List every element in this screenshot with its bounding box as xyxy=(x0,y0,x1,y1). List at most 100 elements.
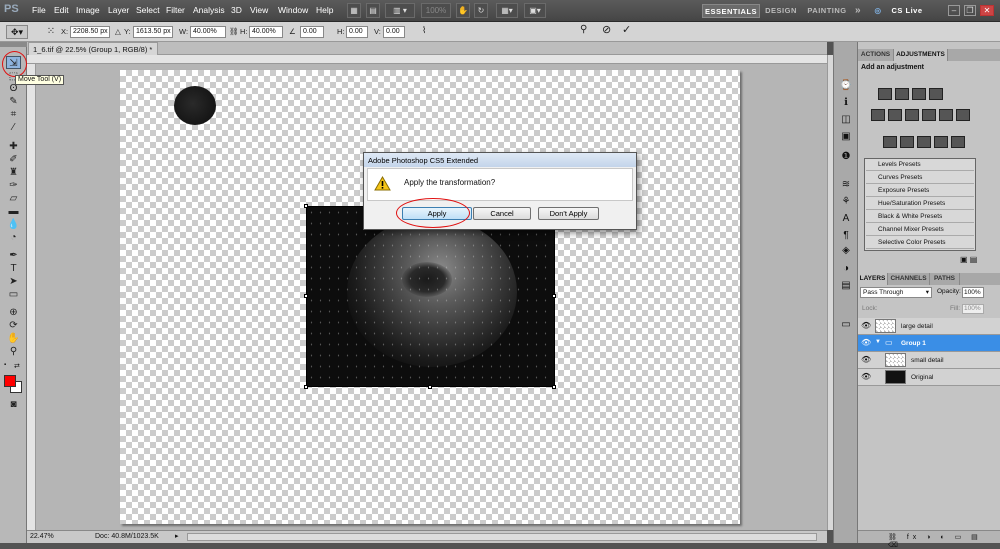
preset-black-white[interactable]: Black & White Presets xyxy=(866,211,974,223)
reference-point-toggle-icon[interactable]: ⚲ xyxy=(580,24,587,35)
angle-field[interactable]: 0.00 xyxy=(300,26,324,38)
pen-tool-icon[interactable]: ✒ xyxy=(6,249,21,262)
clone-source-panel-icon[interactable]: ⚘ xyxy=(839,196,853,210)
minibridge-icon[interactable]: ▤ xyxy=(366,3,380,18)
menu-file[interactable]: File xyxy=(32,5,46,15)
visibility-eye-icon[interactable]: 👁 xyxy=(861,338,871,347)
character-panel-icon[interactable]: A xyxy=(839,213,853,227)
gradient-tool-icon[interactable]: ▬ xyxy=(6,205,21,218)
brush-tool-icon[interactable]: ✐ xyxy=(6,153,21,166)
blur-tool-icon[interactable]: 💧 xyxy=(6,218,21,231)
rectangle-tool-icon[interactable]: ▭ xyxy=(6,288,21,301)
dodge-tool-icon[interactable]: ◔ xyxy=(6,231,21,244)
arrange-documents-icon[interactable]: ▦▾ xyxy=(496,3,518,18)
dont-apply-button[interactable]: Don't Apply xyxy=(538,207,599,220)
workspace-design[interactable]: DESIGN xyxy=(762,4,800,18)
curves-icon[interactable] xyxy=(912,88,926,100)
status-menu-arrow-icon[interactable]: ▸ xyxy=(175,532,179,540)
menu-filter[interactable]: Filter xyxy=(166,5,185,15)
type-tool-icon[interactable]: T xyxy=(6,262,21,275)
restore-button[interactable]: ❐ xyxy=(964,5,976,16)
hand-tool-icon[interactable]: ✋ xyxy=(6,332,21,345)
preset-exposure[interactable]: Exposure Presets xyxy=(866,185,974,197)
blend-mode-select[interactable]: Pass Through ▾ xyxy=(860,287,932,298)
clone-stamp-tool-icon[interactable]: ♜ xyxy=(6,166,21,179)
info-panel-icon[interactable]: ℹ xyxy=(839,97,853,111)
animation-panel-icon[interactable]: ▤ xyxy=(839,280,853,294)
vibrance-icon[interactable] xyxy=(871,109,885,121)
warp-icon[interactable]: ⌇ xyxy=(422,25,426,36)
tab-adjustments[interactable]: ADJUSTMENTS xyxy=(894,49,948,61)
cancel-button[interactable]: Cancel xyxy=(473,207,531,220)
menu-layer[interactable]: Layer xyxy=(108,5,129,15)
threshold-icon[interactable] xyxy=(917,136,931,148)
workspace-painting[interactable]: PAINTING xyxy=(805,4,849,18)
exposure-icon[interactable] xyxy=(929,88,943,100)
width-field[interactable]: 40.00% xyxy=(190,26,226,38)
opacity-field[interactable]: 100% xyxy=(962,287,984,298)
reference-point-icon[interactable]: ⁙ xyxy=(44,25,58,39)
navigator-panel-icon[interactable]: ▣ xyxy=(839,131,853,145)
x-position-field[interactable]: 2208.50 px xyxy=(70,26,110,38)
history-brush-tool-icon[interactable]: ✑ xyxy=(6,179,21,192)
hue-saturation-icon[interactable] xyxy=(888,109,902,121)
levels-icon[interactable] xyxy=(895,88,909,100)
posterize-icon[interactable] xyxy=(900,136,914,148)
extras-menu-button[interactable]: ▥ ▾ xyxy=(385,3,415,18)
tab-channels[interactable]: CHANNELS xyxy=(888,273,930,285)
transform-handle-tl[interactable] xyxy=(304,204,308,208)
bridge-icon[interactable]: ▦ xyxy=(347,3,361,18)
more-workspaces-button[interactable]: » xyxy=(852,4,864,18)
crop-tool-icon[interactable]: ⌗ xyxy=(6,108,21,121)
transform-handle-bl[interactable] xyxy=(304,385,308,389)
tab-layers[interactable]: LAYERS xyxy=(858,273,888,285)
nebula-image[interactable] xyxy=(306,206,555,387)
hand-icon[interactable]: ✋ xyxy=(456,3,470,18)
menu-select[interactable]: Select xyxy=(136,5,160,15)
link-icon[interactable]: ⛓ xyxy=(229,27,239,36)
screen-mode-icon[interactable]: ▣▾ xyxy=(524,3,546,18)
menu-3d[interactable]: 3D xyxy=(231,5,242,15)
menu-window[interactable]: Window xyxy=(278,5,308,15)
layer-row-original[interactable]: 👁 Original xyxy=(858,369,1000,386)
selective-color-icon[interactable] xyxy=(951,136,965,148)
channel-mixer-icon[interactable] xyxy=(956,109,970,121)
visibility-eye-icon[interactable]: 👁 xyxy=(861,355,871,364)
eraser-tool-icon[interactable]: ▱ xyxy=(6,192,21,205)
transform-handle-mr[interactable] xyxy=(552,294,556,298)
preset-selective-color[interactable]: Selective Color Presets xyxy=(866,237,974,249)
fill-field[interactable]: 100% xyxy=(962,304,984,314)
preset-hue-saturation[interactable]: Hue/Saturation Presets xyxy=(866,198,974,210)
color-panel-icon[interactable]: ◫ xyxy=(839,114,853,128)
foreground-color-swatch[interactable] xyxy=(4,375,16,387)
healing-brush-tool-icon[interactable]: ✚ xyxy=(6,140,21,153)
vertical-skew-field[interactable]: 0.00 xyxy=(383,26,405,38)
default-colors-icon[interactable]: ▪ xyxy=(4,362,10,368)
layer-row-small-detail[interactable]: 👁 small detail xyxy=(858,352,1000,369)
commit-transform-icon[interactable]: ✓ xyxy=(622,23,631,36)
preset-levels[interactable]: Levels Presets xyxy=(866,159,974,171)
eyedropper-tool-icon[interactable]: ⁄ xyxy=(6,121,21,134)
cancel-transform-icon[interactable]: ⊘ xyxy=(602,23,611,36)
3d-panel-icon[interactable]: ◈ xyxy=(839,245,853,259)
paragraph-panel-icon[interactable]: ¶ xyxy=(839,230,853,244)
menu-help[interactable]: Help xyxy=(316,5,333,15)
3d-orbit-tool-icon[interactable]: ⟳ xyxy=(6,319,21,332)
workspace-essentials[interactable]: ESSENTIALS xyxy=(702,4,760,18)
layers-footer-icons[interactable]: ⛓ fx ◑ ◐ ▭ ▤ ⌫ xyxy=(858,530,1000,549)
horizontal-scrollbar[interactable] xyxy=(187,533,817,541)
zoom-level[interactable]: 100% xyxy=(421,3,451,18)
brightness-contrast-icon[interactable] xyxy=(878,88,892,100)
toolbox-grip[interactable] xyxy=(0,42,27,47)
delta-icon[interactable]: △ xyxy=(115,27,121,36)
rotate-view-icon[interactable]: ↻ xyxy=(474,3,488,18)
layer-row-large-detail[interactable]: 👁 large detail xyxy=(858,318,1000,335)
3d-rotate-tool-icon[interactable]: ⊕ xyxy=(6,306,21,319)
preset-curves[interactable]: Curves Presets xyxy=(866,172,974,184)
gradient-map-icon[interactable] xyxy=(934,136,948,148)
cslive-menu[interactable]: CS Live xyxy=(884,4,930,18)
visibility-eye-icon[interactable]: 👁 xyxy=(861,321,871,330)
height-field[interactable]: 40.00% xyxy=(249,26,283,38)
menu-edit[interactable]: Edit xyxy=(54,5,69,15)
tab-paths[interactable]: PATHS xyxy=(930,273,960,285)
